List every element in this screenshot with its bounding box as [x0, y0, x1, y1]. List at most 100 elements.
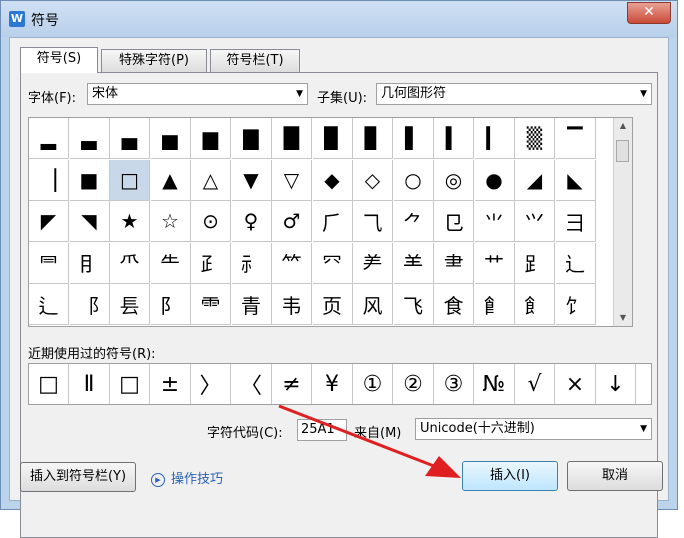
scroll-up-icon[interactable]: ▲ [614, 118, 632, 134]
symbol-cell[interactable]: ⺳ [312, 242, 353, 284]
symbol-cell[interactable]: ⺥ [110, 242, 150, 284]
symbol-cell[interactable]: ▄ [110, 118, 150, 159]
symbol-cell[interactable]: ⻏ [69, 284, 110, 325]
symbol-cell[interactable]: ◥ [69, 201, 110, 242]
symbol-cell[interactable]: ⻙ [272, 284, 312, 325]
tab-symbol-bar[interactable]: 符号栏(T) [210, 49, 300, 73]
symbol-cell[interactable]: ▇ [231, 118, 272, 159]
symbol-cell[interactable]: ⻝ [434, 284, 474, 325]
symbol-cell[interactable]: ◆ [312, 159, 353, 201]
symbol-cell[interactable]: ▔ [555, 118, 596, 159]
subset-label: 子集(U): [317, 91, 368, 106]
symbol-cell[interactable]: ⺝ [69, 242, 110, 284]
symbol-cell[interactable]: ⺕ [555, 201, 596, 242]
symbol-cell[interactable]: ▍ [434, 118, 474, 159]
symbol-cell[interactable]: ▆ [191, 118, 231, 159]
subset-select[interactable]: 几何图形符 ▼ [376, 83, 652, 105]
symbol-cell[interactable]: ⻌ [555, 242, 596, 284]
symbol-cell[interactable]: ■ [69, 159, 110, 201]
tab-special-chars[interactable]: 特殊字符(P) [101, 49, 207, 73]
red-arrow-annotation [278, 404, 461, 478]
symbol-cell[interactable]: ⻒ [110, 284, 150, 325]
symbol-cell[interactable]: ⺧ [150, 242, 191, 284]
symbol-cell[interactable]: ⻠ [555, 284, 596, 325]
scroll-thumb[interactable] [616, 140, 629, 162]
symbol-cell[interactable]: ⻛ [353, 284, 393, 325]
symbol-cell[interactable]: ⺬ [231, 242, 272, 284]
symbol-cell[interactable]: ⻟ [515, 284, 555, 325]
symbol-cell[interactable]: ◇ [353, 159, 393, 201]
window-title: 符号 [31, 13, 59, 29]
recent-symbol-cell[interactable]: □ [110, 364, 150, 404]
symbol-cell[interactable]: ▂ [29, 118, 69, 159]
symbol-cell[interactable]: ⺷ [393, 242, 434, 284]
symbol-cell[interactable]: ⺻ [434, 242, 474, 284]
symbol-cell[interactable]: ▃ [69, 118, 110, 159]
symbol-cell[interactable]: ⻊ [515, 242, 555, 284]
tips-link[interactable]: ▶ 操作技巧 [151, 468, 223, 487]
symbol-cell[interactable]: △ [191, 159, 231, 201]
symbol-cell[interactable]: ◤ [29, 201, 69, 242]
symbol-cell[interactable]: ⻞ [474, 284, 515, 325]
symbol-cell[interactable]: ⺋ [434, 201, 474, 242]
symbol-cell[interactable]: ◣ [555, 159, 596, 201]
symbol-cell[interactable]: ⺜ [29, 242, 69, 284]
symbol-cell[interactable]: ▎ [474, 118, 515, 159]
insert-button[interactable]: 插入(I) [462, 461, 558, 491]
symbol-cell[interactable]: ⻖ [150, 284, 191, 325]
scroll-down-icon[interactable]: ▼ [614, 310, 632, 326]
symbol-cell[interactable]: ⻚ [312, 284, 353, 325]
cancel-button[interactable]: 取消 [567, 461, 663, 491]
symbol-cell[interactable]: ⺄ [353, 201, 393, 242]
symbol-cell[interactable]: ⺍ [515, 201, 555, 242]
font-select[interactable]: 宋体 ▼ [87, 83, 308, 105]
symbol-cell[interactable]: ◎ [434, 159, 474, 201]
symbol-cell[interactable]: ▕ [29, 159, 69, 201]
symbol-cell[interactable]: ⺪ [191, 242, 231, 284]
recent-symbol-cell[interactable]: № [475, 364, 515, 404]
symbol-cell[interactable]: ⻘ [231, 284, 272, 325]
recent-symbols-label: 近期使用过的符号(R): [28, 347, 156, 362]
insert-to-symbol-bar-button[interactable]: 插入到符号栏(Y) [20, 462, 136, 492]
symbol-cell[interactable]: ▊ [353, 118, 393, 159]
symbol-cell[interactable]: ▅ [150, 118, 191, 159]
symbol-cell[interactable]: ▼ [231, 159, 272, 201]
tab-symbols[interactable]: 符号(S) [20, 47, 98, 73]
recent-symbol-cell[interactable]: 〉 [191, 364, 231, 404]
symbol-cell[interactable]: ▽ [272, 159, 312, 201]
symbol-cell[interactable]: ♀ [231, 201, 272, 242]
recent-symbol-cell[interactable]: ↓ [596, 364, 636, 404]
recent-symbol-cell[interactable]: √ [515, 364, 555, 404]
symbol-cell[interactable]: ⻍ [29, 284, 69, 325]
symbol-cell[interactable]: ▉ [312, 118, 353, 159]
symbol-cell[interactable]: ⺶ [353, 242, 393, 284]
symbol-cell[interactable]: ⺾ [474, 242, 515, 284]
symbol-cell[interactable]: █ [272, 118, 312, 159]
symbol-cell[interactable]: ★ [110, 201, 150, 242]
symbol-cell[interactable]: ⻜ [393, 284, 434, 325]
symbol-cell[interactable]: ▌ [393, 118, 434, 159]
close-button[interactable]: ✕ [627, 2, 671, 24]
symbol-grid[interactable]: ▲ ▼ ▂ ▃ ▄ ▅ ▆ ▇ █ ▉ ▊ ▌ ▍ ▎ ▒ ▔ ▕ ■ □ ▲ △ ▼ ▽ ◆ ◇ ○ ◎ ● ◢ ◣ ◤ ◥ ★ ☆ ⊙ ♀ ♂ ⺁… [28, 117, 633, 327]
recent-symbol-cell[interactable]: × [556, 364, 596, 404]
recent-symbol-cell[interactable]: □ [29, 364, 69, 404]
symbol-cell[interactable]: ⺁ [312, 201, 353, 242]
recent-symbol-cell[interactable]: Ⅱ [70, 364, 110, 404]
symbol-cell[interactable]: ▒ [515, 118, 555, 159]
symbol-cell[interactable]: ⻗ [191, 284, 231, 325]
symbol-cell[interactable]: ○ [393, 159, 434, 201]
symbol-cell[interactable]: ● [474, 159, 515, 201]
recent-symbol-cell[interactable]: 〈 [232, 364, 272, 404]
symbol-cell[interactable]: ⺮ [272, 242, 312, 284]
symbol-cell[interactable]: ☆ [150, 201, 191, 242]
symbol-cell[interactable]: □ [110, 159, 150, 201]
symbol-cell[interactable]: ⺈ [393, 201, 434, 242]
recent-symbol-cell[interactable]: ± [151, 364, 191, 404]
symbol-cell[interactable]: ⊙ [191, 201, 231, 242]
grid-scrollbar[interactable]: ▲ ▼ [613, 118, 632, 326]
symbol-cell[interactable]: ◢ [515, 159, 555, 201]
symbol-cell[interactable]: ♂ [272, 201, 312, 242]
symbol-cell[interactable]: ⺌ [474, 201, 515, 242]
title-bar[interactable]: W 符号 ✕ [1, 1, 677, 37]
symbol-cell[interactable]: ▲ [150, 159, 191, 201]
